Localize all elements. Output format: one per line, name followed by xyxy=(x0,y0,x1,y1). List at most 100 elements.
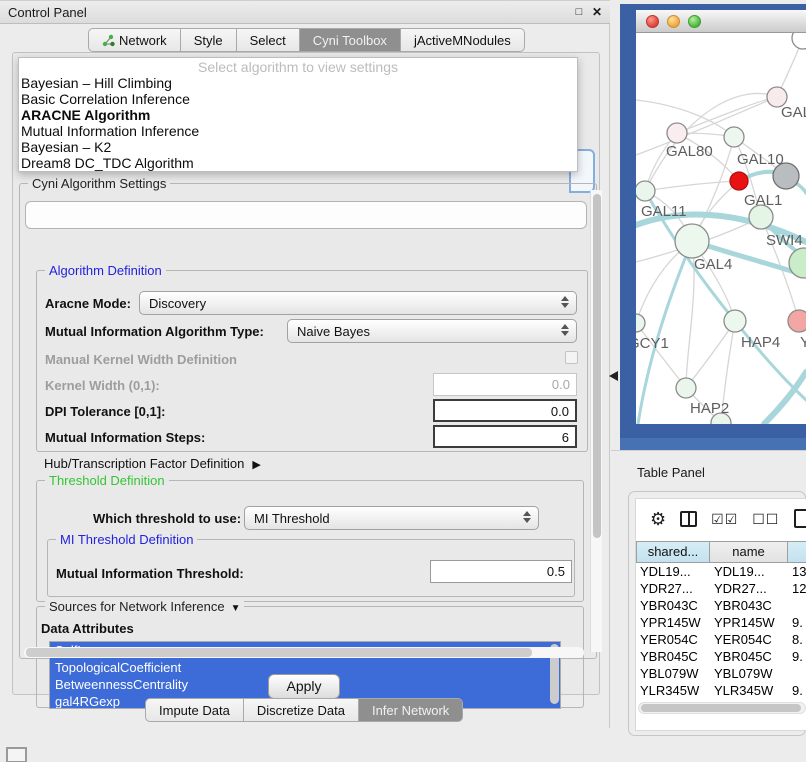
network-window-titlebar[interactable] xyxy=(636,10,806,33)
mi-type-value: Naive Bayes xyxy=(297,324,370,339)
mi-steps-field[interactable]: 6 xyxy=(433,425,577,448)
scrollbar-thumb[interactable] xyxy=(26,648,532,657)
top-tab-strip: Network Style SelectCyni ToolboxjActiveMNo… xyxy=(88,28,525,52)
network-icon xyxy=(102,34,115,47)
column-header[interactable]: A xyxy=(788,541,806,563)
control-panel: Control Panel □ ✕ Network Style SelectCyni… xyxy=(0,0,610,728)
mi-threshold-definition-title: MI Threshold Definition xyxy=(56,532,197,547)
table-cell: 9. xyxy=(788,614,806,631)
table-cell: 13 xyxy=(788,563,806,580)
tab-network[interactable]: Network xyxy=(88,28,181,52)
network-edge xyxy=(735,321,806,400)
collapsed-arrow-icon: ▶ xyxy=(252,458,260,471)
table-row[interactable]: YPR145WYPR145W9. xyxy=(636,614,806,631)
minimize-traffic-light-icon[interactable] xyxy=(667,15,680,28)
hub-tf-definition-toggle[interactable]: Hub/Transcription Factor Definition▶ xyxy=(44,456,261,471)
control-panel-title: Control Panel xyxy=(8,5,87,20)
select-columns-icon[interactable] xyxy=(680,511,697,527)
zoom-traffic-light-icon[interactable] xyxy=(688,15,701,28)
tab-style[interactable]: Style xyxy=(181,28,237,52)
table-cell: YDL19... xyxy=(636,563,710,580)
column-header[interactable]: name xyxy=(710,541,788,563)
floating-panel-icon[interactable] xyxy=(6,747,27,762)
algorithm-option[interactable]: ARACNE Algorithm xyxy=(19,107,577,123)
algorithm-option[interactable]: Bayesian – K2 xyxy=(19,139,577,155)
node-table: shared...nameAYDL19...YDL19...13YDR27...… xyxy=(636,541,806,716)
tab-impute-data[interactable]: Impute Data xyxy=(145,698,244,722)
mi-threshold-field[interactable]: 0.5 xyxy=(430,560,572,583)
algorithm-option[interactable]: Basic Correlation Inference xyxy=(19,91,577,107)
float-window-icon[interactable]: □ xyxy=(572,5,586,19)
table-cell: YDR27... xyxy=(636,580,710,597)
table-panel-title: Table Panel xyxy=(637,465,705,480)
select-all-icon[interactable]: ☑☑ xyxy=(711,511,738,528)
scrollbar-thumb[interactable] xyxy=(593,194,601,538)
table-row[interactable]: YBR045CYBR045C9. xyxy=(636,648,806,665)
table-horizontal-scrollbar[interactable] xyxy=(638,702,806,714)
desktop-background-band xyxy=(620,438,806,450)
tab-jactivemnodules[interactable]: jActiveMNodules xyxy=(401,28,525,52)
tab-label: Style xyxy=(194,33,223,48)
tab-cyni-toolbox[interactable]: Cyni Toolbox xyxy=(300,28,401,52)
threshold-definition-group: Threshold Definition Which threshold to … xyxy=(36,480,584,602)
table-cell: YLR345W xyxy=(710,682,788,699)
network-node[interactable] xyxy=(636,314,645,332)
apply-button[interactable]: Apply xyxy=(268,674,340,699)
network-node[interactable] xyxy=(667,123,687,143)
manual-kernel-checkbox[interactable] xyxy=(565,351,578,364)
algorithm-option[interactable]: Mutual Information Inference xyxy=(19,123,577,139)
table-cell: 8. xyxy=(788,631,806,648)
close-window-icon[interactable]: ✕ xyxy=(590,5,604,19)
table-panel-inner: ⚙ ☑☑ ☐☐ shared...nameAYDL19...YDL19...13… xyxy=(635,498,806,731)
network-node[interactable] xyxy=(788,310,806,332)
network-node[interactable] xyxy=(724,127,744,147)
table-row[interactable]: YDL19...YDL19...13 xyxy=(636,563,806,580)
close-traffic-light-icon[interactable] xyxy=(646,15,659,28)
table-row[interactable]: YLR345WYLR345W9. xyxy=(636,682,806,699)
document-icon[interactable] xyxy=(794,509,806,528)
network-node[interactable] xyxy=(636,181,655,201)
table-cell: YBL079W xyxy=(710,665,788,682)
settings-vertical-scrollbar[interactable] xyxy=(590,190,602,652)
tab-infer-network[interactable]: Infer Network xyxy=(359,698,463,722)
network-graph: GALGAL80GAL10GAL1GAL11SWI4GAL4GCY1HAP4YH… xyxy=(636,33,806,424)
mouse-cursor xyxy=(609,371,618,381)
scrollbar-thumb[interactable] xyxy=(641,704,801,712)
settings-horizontal-scrollbar[interactable] xyxy=(24,647,584,658)
network-edge xyxy=(645,181,739,191)
network-node[interactable] xyxy=(676,378,696,398)
kernel-width-field[interactable]: 0.0 xyxy=(433,373,577,396)
table-row[interactable]: YBL079WYBL079W xyxy=(636,665,806,682)
aracne-mode-combobox[interactable]: Discovery xyxy=(139,291,577,315)
network-node[interactable] xyxy=(675,224,709,258)
network-node-label: Y xyxy=(800,334,806,351)
sources-title[interactable]: Sources for Network Inference▼ xyxy=(45,599,244,614)
algorithm-option[interactable]: Bayesian – Hill Climbing xyxy=(19,75,577,91)
column-header[interactable]: shared... xyxy=(636,541,710,563)
network-node[interactable] xyxy=(724,310,746,332)
table-row[interactable]: YBR043CYBR043C xyxy=(636,597,806,614)
tab-select[interactable]: Select xyxy=(237,28,300,52)
deselect-all-icon[interactable]: ☐☐ xyxy=(752,511,779,528)
network-canvas[interactable]: GALGAL80GAL10GAL1GAL11SWI4GAL4GCY1HAP4YH… xyxy=(636,33,806,424)
table-cell: YPR145W xyxy=(710,614,788,631)
network-edge xyxy=(636,323,686,388)
tab-discretize-data[interactable]: Discretize Data xyxy=(244,698,359,722)
network-node[interactable] xyxy=(792,33,806,49)
which-threshold-combobox[interactable]: MI Threshold xyxy=(244,506,539,530)
which-threshold-value: MI Threshold xyxy=(254,511,330,526)
control-panel-titlebar: Control Panel □ ✕ xyxy=(0,0,610,24)
table-cell: YBR045C xyxy=(636,648,710,665)
stepper-arrows-icon xyxy=(561,324,569,336)
table-row[interactable]: YDR27...YDR27...12 xyxy=(636,580,806,597)
dpi-tolerance-field[interactable]: 0.0 xyxy=(433,399,577,422)
mi-algorithm-type-combobox[interactable]: Naive Bayes xyxy=(287,319,577,343)
tab-label: Discretize Data xyxy=(257,703,345,718)
algorithm-option[interactable]: Dream8 DC_TDC Algorithm xyxy=(19,155,577,171)
gear-icon[interactable]: ⚙ xyxy=(650,510,666,528)
network-node-label: GAL10 xyxy=(737,151,784,168)
table-row[interactable]: YER054CYER054C8. xyxy=(636,631,806,648)
network-node-label: GAL80 xyxy=(666,143,713,160)
table-cell: YER054C xyxy=(636,631,710,648)
network-node[interactable] xyxy=(730,172,748,190)
